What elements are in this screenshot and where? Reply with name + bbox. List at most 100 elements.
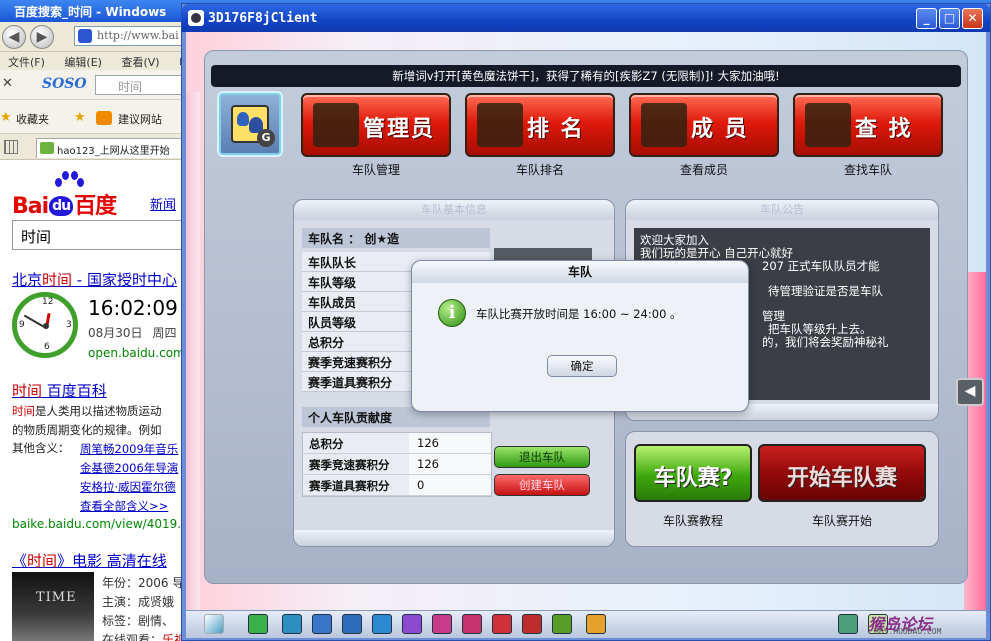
movie-tags: 标签：剧情、 [102, 614, 175, 628]
r1-rest: - 国家授时中心 [72, 271, 177, 289]
team-race-panel: 车队赛? 车队赛教程 开始车队赛 车队赛开始 [625, 431, 939, 547]
info-icon: i [438, 299, 466, 327]
flag-icon[interactable] [552, 614, 572, 634]
baidu-logo[interactable]: Bai du 百度 [12, 188, 117, 220]
table-row: 总积分 126 [303, 433, 491, 454]
r3-prefix: 《 [12, 552, 28, 570]
home-icon[interactable] [312, 614, 332, 634]
r1-hl: 时间 [42, 271, 73, 289]
clock-date: 08月30日 周四 [88, 324, 177, 341]
game-window-title: 3D176F8jClient [208, 11, 318, 26]
create-team-button[interactable]: 创建车队 [494, 474, 590, 496]
watermark-url: BBS.HOUDAO.COM [874, 627, 942, 636]
book-icon[interactable] [492, 614, 512, 634]
suggested-sites-button[interactable]: 建议网站 [96, 111, 162, 127]
r2-rest: 百度百科 [42, 382, 107, 400]
start-menu-icon[interactable] [204, 614, 224, 634]
logo-cn: 百度 [74, 194, 117, 219]
other-meaning-item[interactable]: 安格拉·威因霍尔德 [80, 478, 178, 497]
address-bar[interactable]: http://www.bai [74, 26, 182, 46]
message-icon[interactable] [462, 614, 482, 634]
team-icon[interactable] [522, 614, 542, 634]
menu-file[interactable]: 文件(F) [8, 56, 45, 69]
search-team-caption: 查找车队 [843, 163, 892, 177]
add-favorite-icon[interactable]: ★ [74, 110, 86, 125]
other-meaning-item[interactable]: 金基德2006年导演 [80, 459, 178, 478]
result2-url: baike.baidu.com/view/4019.ht [12, 517, 194, 531]
result2-link[interactable]: 时间 百度百科 [12, 380, 107, 401]
settings-icon[interactable] [586, 614, 606, 634]
game-content: 新增词v打开[黄色魔法饼干]，获得了稀有的[疾影Z7 (无限制)]! 大家加油哦… [186, 32, 986, 638]
ie-navigation-bar: ◀ ▶ http://www.bai [0, 22, 182, 52]
shop-icon[interactable] [282, 614, 302, 634]
race-tutorial-button[interactable]: 车队赛? [634, 444, 752, 502]
movie-year: 年份：2006 导 [102, 576, 185, 590]
favorites-button[interactable]: 收藏夹 [16, 111, 49, 127]
ok-button[interactable]: 确定 [547, 355, 617, 377]
movie-poster[interactable]: TIME [12, 572, 94, 641]
team-notice-header: 车队公告 [626, 200, 938, 220]
back-arrow-icon[interactable]: ◀ [2, 25, 26, 49]
start-race-button[interactable]: 开始车队赛 [758, 444, 926, 502]
dialog-title: 车队 [412, 261, 748, 283]
table-row: 赛季道具赛积分 0 [303, 475, 491, 496]
background-decoration [186, 92, 200, 612]
menu-edit[interactable]: 编辑(E) [64, 56, 102, 69]
game-title-bar[interactable]: 3D176F8jClient _ □ ✕ [182, 4, 990, 32]
soso-search-input[interactable]: 时间 [95, 75, 182, 95]
result2-snippet: 时间是人类用以描述物质运动 的物质周期变化的规律。例如 [12, 402, 182, 440]
news-link[interactable]: 新闻 [150, 194, 176, 213]
tools-icon[interactable] [342, 614, 362, 634]
team-name: 车队名 ： 创★造 [302, 228, 490, 248]
other-meaning-item[interactable]: 周笔畅2009年音乐 [80, 440, 178, 459]
menu-view[interactable]: 查看(V) [121, 56, 159, 69]
baidu-search-input[interactable]: 时间 [12, 220, 182, 250]
movie-info: 年份：2006 导 主演：成贤娥 标签：剧情、 在线观看：乐视 [102, 574, 186, 641]
bottom-toolbar: 猴岛论坛 BBS.HOUDAO.COM [186, 610, 986, 638]
r3-hl: 时间 [27, 552, 58, 570]
search-team-button[interactable]: 查 找 [793, 93, 943, 157]
monitor-icon [313, 103, 359, 147]
panel-footer [294, 530, 614, 546]
clock-time: 16:02:09 [88, 296, 178, 320]
close-icon[interactable]: ✕ [2, 76, 13, 91]
garage-icon[interactable] [372, 614, 392, 634]
ie-title-text: 百度搜索_时间 - Windows [14, 5, 167, 19]
members-icon [641, 103, 687, 147]
forward-arrow-icon[interactable]: ▶ [30, 25, 54, 49]
app-icon [188, 10, 204, 26]
manager-button[interactable]: 管理员 [301, 93, 451, 157]
collapse-arrow-icon[interactable]: ◀ [956, 378, 984, 406]
ie-menu-bar: 文件(F) 编辑(E) 查看(V) 收 [0, 52, 182, 70]
watermark: 猴岛论坛 BBS.HOUDAO.COM [868, 611, 986, 639]
quit-team-button[interactable]: 退出车队 [494, 446, 590, 468]
contrib-value: 0 [409, 475, 491, 495]
r2-line1-hl: 时间 [12, 404, 35, 418]
announcement-banner: 新增词v打开[黄色魔法饼干]，获得了稀有的[疾影Z7 (无限制)]! 大家加油哦… [211, 65, 961, 87]
back-icon[interactable] [248, 614, 268, 634]
view-all-meanings-link[interactable]: 查看全部含义>> [80, 497, 178, 516]
maximize-button[interactable]: □ [939, 8, 960, 29]
item-icon[interactable] [432, 614, 452, 634]
ranking-button[interactable]: 排 名 [465, 93, 615, 157]
members-button[interactable]: 成 员 [629, 93, 779, 157]
other-meanings-list: 周笔畅2009年音乐 金基德2006年导演 安格拉·威因霍尔德 查看全部含义>> [80, 440, 178, 516]
r1-prefix: 北京 [12, 271, 43, 289]
result3-link[interactable]: 《时间》电影 高清在线 [12, 550, 167, 571]
tab-hao123[interactable]: hao123_上网从这里开始 [36, 138, 182, 158]
clock-icon: 12 3 6 9 [12, 292, 78, 358]
result1-url: open.baidu.com [88, 346, 185, 360]
gift-icon[interactable] [402, 614, 422, 634]
friends-icon[interactable] [838, 614, 858, 634]
r3-rest: 》电影 高清在线 [57, 552, 167, 570]
favorites-bar: ★ 收藏夹 ★ 建议网站 [0, 100, 182, 134]
result1-link[interactable]: 北京时间 - 国家授时中心 [12, 269, 177, 290]
members-caption: 查看成员 [679, 163, 728, 177]
r2-line2: 的物质周期变化的规律。例如 [12, 423, 162, 437]
quick-tabs-icon[interactable] [4, 140, 18, 154]
contrib-value: 126 [409, 454, 491, 474]
close-button[interactable]: ✕ [962, 8, 983, 29]
poster-text: TIME [36, 590, 77, 605]
minimize-button[interactable]: _ [916, 8, 937, 29]
search-team-button-label: 查 找 [855, 117, 913, 142]
